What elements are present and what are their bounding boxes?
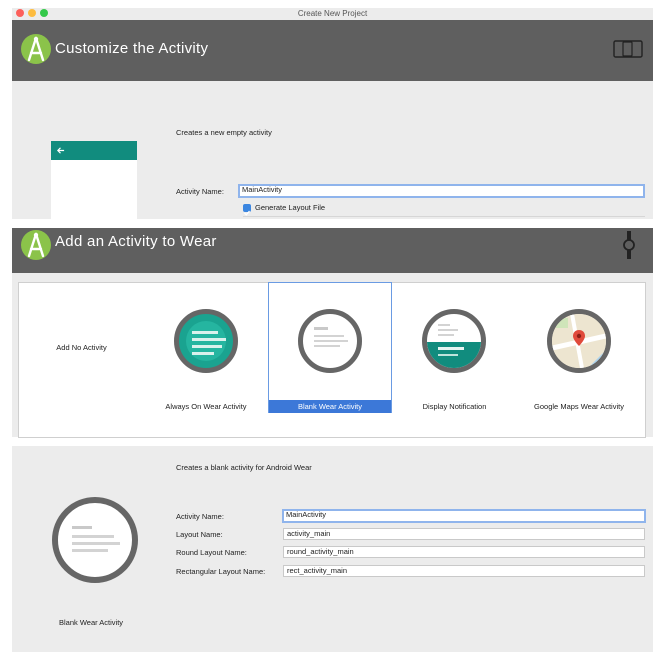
phone-preview [51,141,137,219]
blank-wear-large-preview [52,497,138,583]
android-studio-logo-icon [21,34,51,64]
android-studio-logo-icon [21,230,51,260]
activity-name-input[interactable]: MainActivity [238,184,645,198]
generate-layout-label: Generate Layout File [255,203,326,212]
preview-caption: Blank Wear Activity [59,618,124,627]
activity-name-label: Activity Name: [176,187,224,196]
template-label: Google Maps Wear Activity [534,402,624,411]
field-label: Round Layout Name: [176,548,247,557]
device-frame-icon [613,40,643,58]
rect-layout-name-input[interactable]: rect_activity_main [283,565,645,577]
activity-description: Creates a new empty activity [176,128,272,137]
header-title: Customize the Activity [55,40,209,57]
blank-wear-details-panel: Creates a blank activity for Android Wea… [12,446,653,652]
field-label: Layout Name: [176,530,223,539]
generate-layout-checkbox[interactable] [243,204,251,216]
template-label: Add No Activity [56,343,107,352]
template-label: Always On Wear Activity [165,402,247,411]
template-always-on-wear[interactable]: Always On Wear Activity [144,283,268,413]
maps-watch-preview [547,309,611,373]
template-label: Blank Wear Activity [269,400,391,413]
wear-activity-description: Creates a blank activity for Android Wea… [176,463,312,472]
layout-name-input[interactable]: activity_main [283,528,645,540]
wear-activity-header: Add an Activity to Wear [12,228,653,273]
customize-activity-panel: Creates a new empty activity Activity Na… [12,81,653,219]
notification-watch-preview [422,309,486,373]
blank-wear-watch-preview [298,309,362,373]
customize-activity-header: Customize the Activity [12,20,653,81]
preview-app-bar [51,141,137,160]
round-layout-name-input[interactable]: round_activity_main [283,546,645,558]
wear-watch-icon [623,231,635,259]
map-preview-graphic [552,314,606,368]
template-label: Display Notification [422,402,487,411]
wear-template-gallery: Add No Activity Always On Wear Activity … [18,282,646,438]
template-display-notification[interactable]: Display Notification [392,283,517,413]
field-label: Activity Name: [176,512,224,521]
template-blank-wear[interactable]: Blank Wear Activity [268,282,392,413]
template-add-no-activity[interactable]: Add No Activity [19,283,144,413]
wear-activity-name-input[interactable]: MainActivity [282,509,646,523]
field-label: Rectangular Layout Name: [176,567,266,576]
always-on-watch-preview [174,309,238,373]
divider [243,216,645,217]
header-title: Add an Activity to Wear [55,233,217,250]
template-google-maps-wear[interactable]: Google Maps Wear Activity [517,283,641,413]
window-title: Create New Project [297,9,368,18]
back-arrow-icon [56,147,65,154]
